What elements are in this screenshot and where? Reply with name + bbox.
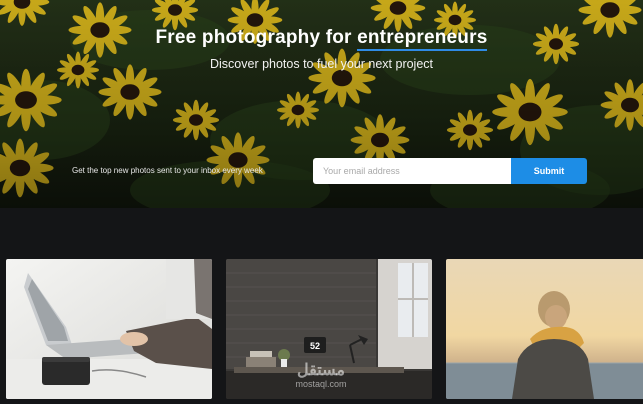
hero-title-accent: entrepreneurs xyxy=(357,27,488,51)
email-field[interactable] xyxy=(313,158,511,184)
newsletter-label: Get the top new photos sent to your inbo… xyxy=(72,166,263,175)
hero-title: Free photography for entrepreneurs xyxy=(0,27,643,51)
watermark: مستقل mostaql.com xyxy=(281,363,361,390)
hero-subtitle: Discover photos to fuel your next projec… xyxy=(209,57,434,71)
watermark-text: mostaql.com xyxy=(295,379,347,389)
hero-banner: Free photography for entrepreneurs Disco… xyxy=(0,0,643,208)
photo-card-laptop[interactable] xyxy=(6,259,212,399)
submit-button[interactable]: Submit xyxy=(511,158,587,184)
clock-display: 52 xyxy=(310,341,320,351)
watermark-logo: مستقل xyxy=(297,362,345,379)
photo-card-sunset[interactable] xyxy=(446,259,643,399)
person-at-sunset-photo xyxy=(446,259,643,399)
laptop-and-speaker-photo xyxy=(6,259,212,399)
hero-title-prefix: Free photography for xyxy=(155,27,358,48)
